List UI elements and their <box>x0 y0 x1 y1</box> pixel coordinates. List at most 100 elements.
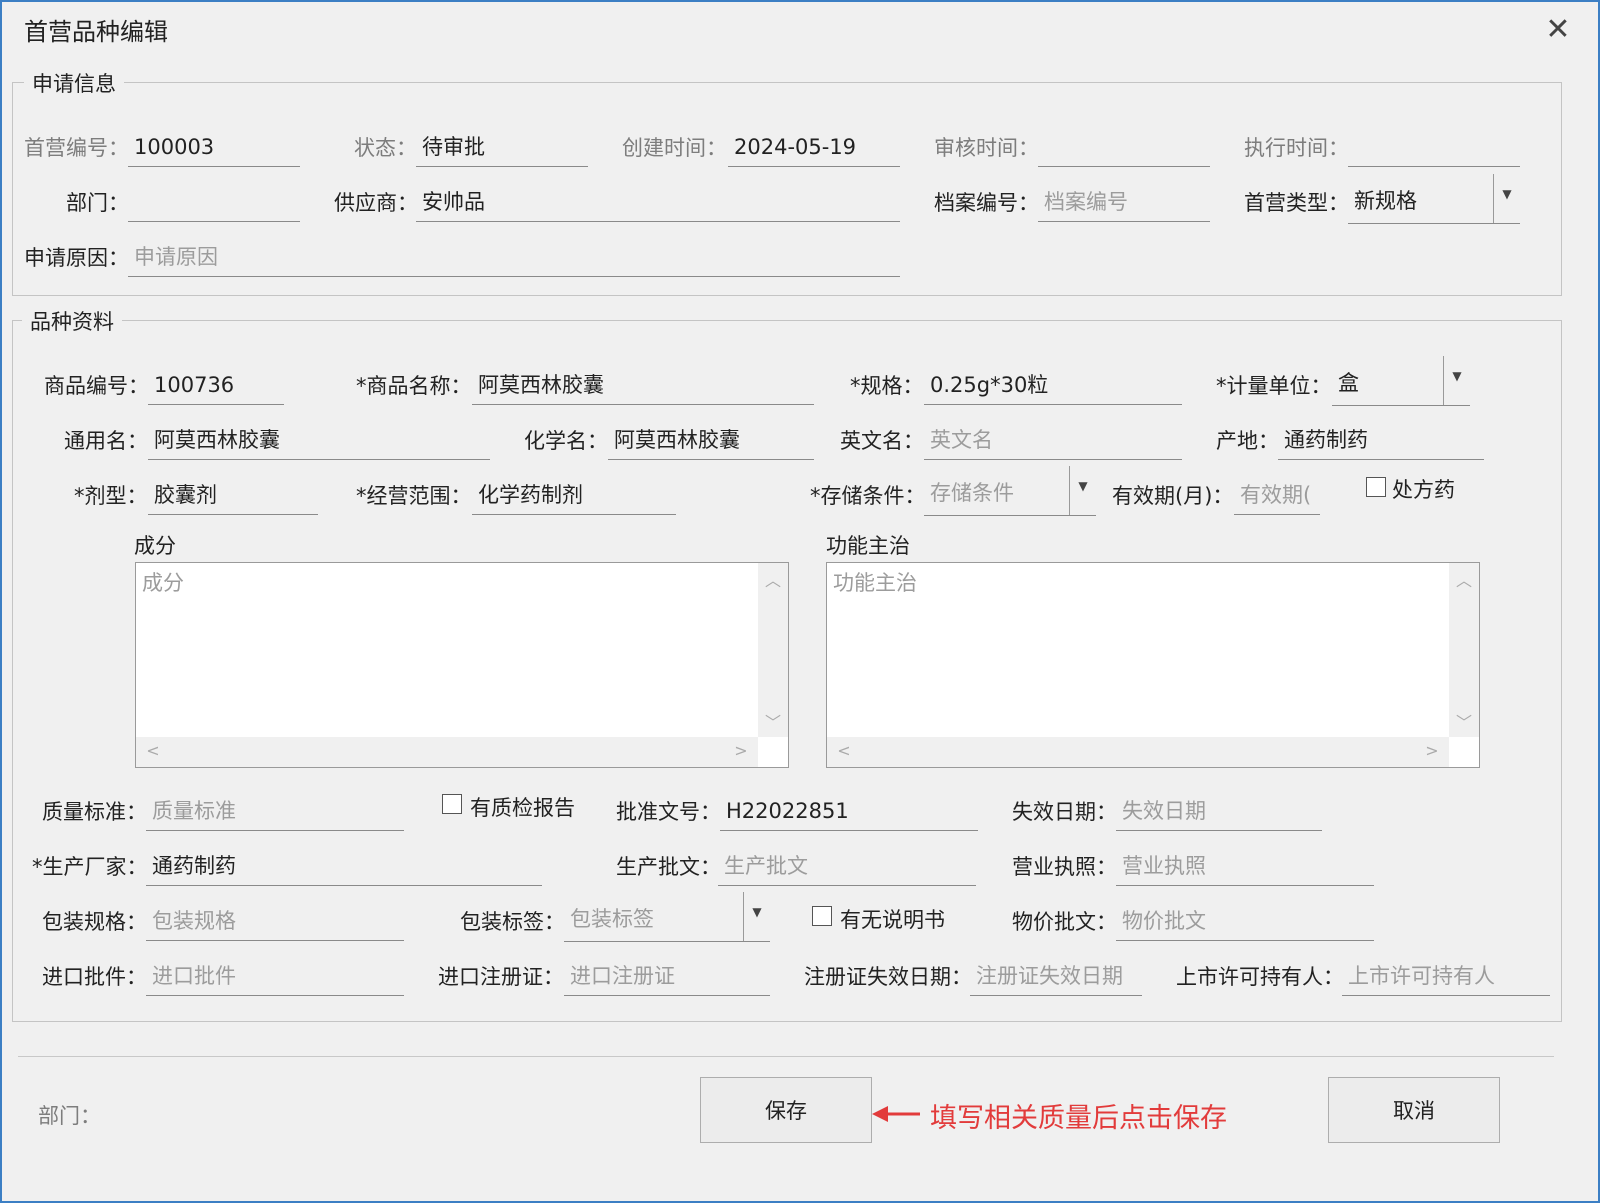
quality-std-field[interactable]: 质量标准 <box>146 793 404 831</box>
manufacturer-field[interactable]: 通药制药 <box>146 848 542 886</box>
pack-spec-label: 包装规格： <box>42 910 147 934</box>
chevron-up-icon[interactable]: ︿ <box>758 567 788 591</box>
validity-label: 有效期(月)： <box>1112 484 1234 508</box>
manual-label: 有无说明书 <box>840 908 945 932</box>
chevron-up-icon[interactable]: ︿ <box>1449 567 1479 591</box>
reg-expiry-label: 注册证失效日期： <box>804 965 972 989</box>
chevron-right-icon[interactable]: > <box>726 741 756 760</box>
mah-field[interactable]: 上市许可持有人 <box>1342 958 1550 996</box>
origin-field[interactable]: 通药制药 <box>1278 422 1484 460</box>
vertical-scrollbar[interactable]: ︿ ﹀ <box>1449 563 1479 737</box>
unit-select[interactable]: 盒 ▼ <box>1332 356 1470 406</box>
footer-separator <box>18 1056 1554 1057</box>
review-time-field[interactable] <box>1038 129 1210 167</box>
save-button[interactable]: 保存 <box>700 1077 872 1143</box>
status-field[interactable]: 待审批 <box>416 129 588 167</box>
business-scope-field[interactable]: 化学药制剂 <box>472 477 676 515</box>
chevron-down-icon[interactable]: ▼ <box>743 892 770 941</box>
qc-report-label: 有质检报告 <box>470 796 575 820</box>
first-type-value: 新规格 <box>1354 189 1417 213</box>
pack-label-select[interactable]: 包装标签 ▼ <box>564 892 770 942</box>
import-reg-field[interactable]: 进口注册证 <box>564 958 770 996</box>
chevron-down-icon[interactable]: ▼ <box>1069 466 1096 515</box>
status-label: 状态： <box>354 136 417 160</box>
expiry-date-field[interactable]: 失效日期 <box>1116 793 1322 831</box>
created-time-field[interactable]: 2024-05-19 <box>728 129 900 167</box>
indications-placeholder: 功能主治 <box>833 571 917 595</box>
arrow-left-icon <box>872 1106 920 1122</box>
application-info-legend: 申请信息 <box>24 68 124 98</box>
unit-label: *计量单位： <box>1216 374 1332 398</box>
qc-report-checkbox[interactable] <box>442 794 462 814</box>
spec-label: *规格： <box>850 374 924 398</box>
archive-no-field[interactable]: 档案编号 <box>1038 184 1210 222</box>
approval-no-field[interactable]: H22022851 <box>720 793 978 831</box>
spec-field[interactable]: 0.25g*30粒 <box>924 367 1182 405</box>
pack-spec-field[interactable]: 包装规格 <box>146 903 404 941</box>
chevron-left-icon[interactable]: < <box>829 741 859 760</box>
english-name-field[interactable]: 英文名 <box>924 422 1182 460</box>
horizontal-scrollbar[interactable]: < > <box>827 737 1449 767</box>
storage-select[interactable]: 存储条件 ▼ <box>924 466 1096 516</box>
validity-field[interactable]: 有效期( <box>1234 477 1320 515</box>
vertical-scrollbar[interactable]: ︿ ﹀ <box>758 563 788 737</box>
exec-time-label: 执行时间： <box>1244 136 1349 160</box>
indications-textarea[interactable]: 功能主治 ︿ ﹀ < > <box>826 562 1480 768</box>
pack-label-placeholder: 包装标签 <box>570 907 654 931</box>
reason-field[interactable]: 申请原因 <box>128 239 900 277</box>
reason-label: 申请原因： <box>24 246 129 270</box>
first-no-label: 首营编号： <box>24 136 129 160</box>
pack-label-label: 包装标签： <box>460 910 565 934</box>
production-approval-field[interactable]: 生产批文 <box>718 848 976 886</box>
horizontal-scrollbar[interactable]: < > <box>136 737 758 767</box>
dosage-form-label: *剂型： <box>74 484 148 508</box>
indications-label: 功能主治 <box>826 534 910 558</box>
ingredients-textarea[interactable]: 成分 ︿ ﹀ < > <box>135 562 789 768</box>
mah-label: 上市许可持有人： <box>1176 965 1344 989</box>
import-approval-label: 进口批件： <box>42 965 147 989</box>
generic-name-label: 通用名： <box>64 429 148 453</box>
chevron-left-icon[interactable]: < <box>138 741 168 760</box>
price-approval-field[interactable]: 物价批文 <box>1116 903 1374 941</box>
manual-checkbox[interactable] <box>812 906 832 926</box>
storage-label: *存储条件： <box>810 484 926 508</box>
business-license-field[interactable]: 营业执照 <box>1116 848 1374 886</box>
chemical-name-label: 化学名： <box>524 429 608 453</box>
exec-time-field[interactable] <box>1348 129 1520 167</box>
chevron-down-icon[interactable]: ﹀ <box>758 709 788 733</box>
first-type-select[interactable]: 新规格 ▼ <box>1348 174 1520 224</box>
first-variety-edit-dialog: 首营品种编辑 ✕ 申请信息 首营编号： 100003 状态： 待审批 创建时间：… <box>0 0 1600 1203</box>
chemical-name-field[interactable]: 阿莫西林胶囊 <box>608 422 814 460</box>
origin-label: 产地： <box>1216 429 1279 453</box>
dept-field[interactable] <box>128 184 300 222</box>
first-no-field[interactable]: 100003 <box>128 129 300 167</box>
chevron-down-icon[interactable]: ﹀ <box>1449 709 1479 733</box>
product-no-field[interactable]: 100736 <box>148 367 284 405</box>
archive-no-label: 档案编号： <box>934 191 1039 215</box>
window-title: 首营品种编辑 <box>24 18 168 46</box>
manufacturer-label: *生产厂家： <box>32 855 148 879</box>
rx-checkbox[interactable] <box>1366 477 1386 497</box>
ingredients-placeholder: 成分 <box>142 571 184 595</box>
product-name-field[interactable]: 阿莫西林胶囊 <box>472 367 814 405</box>
review-time-label: 审核时间： <box>934 136 1039 160</box>
chevron-down-icon[interactable]: ▼ <box>1443 356 1470 405</box>
generic-name-field[interactable]: 阿莫西林胶囊 <box>148 422 490 460</box>
close-icon[interactable]: ✕ <box>1540 12 1576 48</box>
reg-expiry-field[interactable]: 注册证失效日期 <box>970 958 1142 996</box>
import-approval-field[interactable]: 进口批件 <box>146 958 404 996</box>
quality-std-label: 质量标准： <box>42 800 147 824</box>
chevron-down-icon[interactable]: ▼ <box>1493 174 1520 223</box>
chevron-right-icon[interactable]: > <box>1417 741 1447 760</box>
cancel-button[interactable]: 取消 <box>1328 1077 1500 1143</box>
unit-value: 盒 <box>1338 371 1359 395</box>
supplier-field[interactable]: 安帅品 <box>416 184 900 222</box>
english-name-label: 英文名： <box>840 429 924 453</box>
product-name-label: *商品名称： <box>356 374 472 398</box>
save-hint-annotation: 填写相关质量后点击保存 <box>930 1103 1227 1134</box>
dosage-form-field[interactable]: 胶囊剂 <box>148 477 318 515</box>
rx-label: 处方药 <box>1392 478 1455 502</box>
ingredients-label: 成分 <box>134 534 176 558</box>
created-time-label: 创建时间： <box>622 136 727 160</box>
business-scope-label: *经营范围： <box>356 484 472 508</box>
